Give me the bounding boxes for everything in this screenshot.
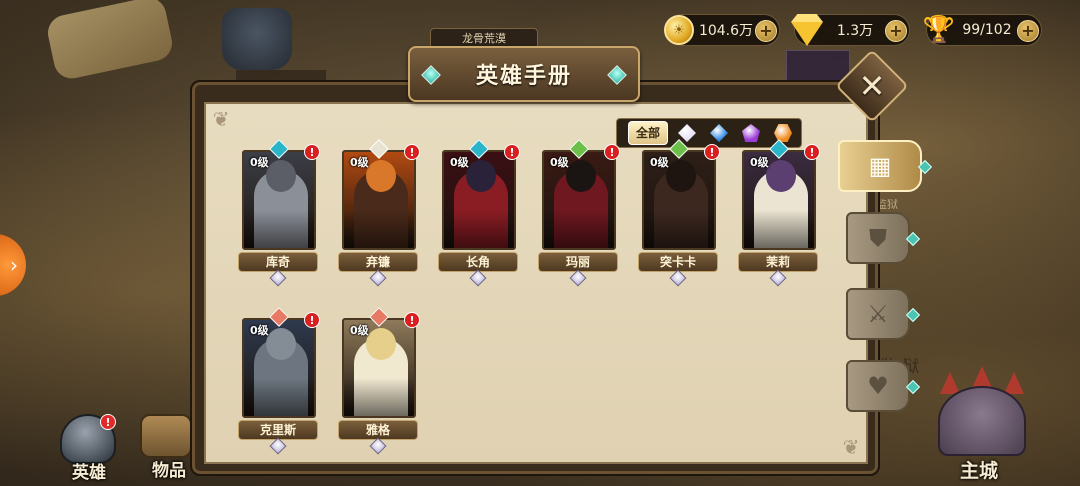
hero-portrait: 0级 (742, 150, 816, 250)
hero-level: 0级 (750, 156, 769, 169)
hero-portrait: 0级 (242, 318, 316, 418)
hero-level: 0级 (250, 324, 269, 337)
hero-level: 0级 (550, 156, 569, 169)
nav-hero-label: 英雄 (72, 463, 106, 483)
gold-counter: ☀ 104.6万 + (664, 14, 780, 46)
diamond-counter: 1.3万 + (791, 14, 910, 46)
rarity-gem-icon (469, 269, 487, 287)
hero-head (666, 160, 696, 192)
inkpot-decoration (222, 8, 292, 70)
panel-title: 英雄手册 (475, 64, 572, 89)
castle-icon (938, 386, 1026, 456)
alert-icon: ! (504, 144, 520, 160)
alert-icon: ! (304, 144, 320, 160)
nav-items-label: 物品 (152, 461, 186, 481)
hero-card[interactable]: 0级! 茉莉 (738, 139, 820, 287)
dark-tower-decoration (786, 50, 850, 82)
panel-title-plate: 英雄手册 (408, 46, 640, 102)
rarity-gem-icon (669, 269, 687, 287)
nav-castle-label: 主城 (960, 460, 999, 482)
grid-icon: ▦ (868, 152, 892, 180)
add-stamina-button[interactable]: + (1017, 20, 1039, 42)
hero-level: 0级 (350, 324, 369, 337)
close-icon[interactable]: ✕ (846, 60, 898, 112)
hero-level: 0级 (350, 156, 369, 169)
rarity-gem-icon (769, 269, 787, 287)
hero-level: 0级 (450, 156, 469, 169)
corner-ornament-icon: ❦ (212, 107, 230, 131)
sword-icon: ⚔ (867, 300, 889, 328)
alert-icon: ! (804, 144, 820, 160)
side-tab-heart[interactable]: ♥ (846, 360, 921, 412)
hero-head (366, 328, 396, 360)
nav-hero-button[interactable]: ! 英雄 (56, 414, 120, 483)
hero-portrait: 0级 (342, 318, 416, 418)
add-diamond-button[interactable]: + (885, 20, 907, 42)
hero-head (566, 160, 596, 192)
trophy-icon: 🏆 (922, 15, 956, 45)
hero-card[interactable]: 0级! 长角 (438, 139, 520, 287)
hero-card[interactable]: 0级! 雅格 (338, 307, 420, 455)
hero-head (466, 160, 496, 192)
hero-level: 0级 (650, 156, 669, 169)
hero-alert-badge: ! (100, 414, 116, 430)
alert-icon: ! (404, 312, 420, 328)
chevron-right-icon: › (10, 253, 18, 277)
castle-roof-right (1004, 372, 1024, 394)
side-tab-grid[interactable]: ▦ (838, 140, 933, 192)
corner-ornament-icon: ❦ (842, 435, 860, 459)
rarity-gem-icon (369, 269, 387, 287)
hero-portrait: 0级 (642, 150, 716, 250)
hero-portrait: 0级 (542, 150, 616, 250)
hero-card[interactable]: 0级! 弃镰 (338, 139, 420, 287)
alert-icon: ! (604, 144, 620, 160)
hero-head (266, 160, 296, 192)
hero-card[interactable]: 0级! 克里斯 (238, 307, 320, 455)
hero-portrait: 0级 (342, 150, 416, 250)
side-tab-sword[interactable]: ⚔ (846, 288, 921, 340)
stamina-counter: 🏆 99/102 + (923, 14, 1042, 46)
shield-icon: ⛊ (869, 224, 887, 252)
hero-card[interactable]: 0级! 突卡卡 (638, 139, 720, 287)
hero-card[interactable]: 0级! 玛丽 (538, 139, 620, 287)
hero-portrait: 0级 (442, 150, 516, 250)
diamond-icon (789, 12, 825, 48)
alert-icon: ! (404, 144, 420, 160)
rarity-gem-icon (269, 269, 287, 287)
heart-icon: ♥ (867, 372, 889, 400)
rarity-gem-icon (269, 437, 287, 455)
filter-all-button[interactable]: 全部 (628, 121, 668, 145)
alert-icon: ! (304, 312, 320, 328)
teal-gem-icon (607, 65, 627, 85)
hero-head (266, 328, 296, 360)
hero-card[interactable]: 0级! 库奇 (238, 139, 320, 287)
teal-gem-icon (421, 65, 441, 85)
hero-portrait: 0级 (242, 150, 316, 250)
castle-roof-center (972, 366, 992, 388)
hero-level: 0级 (250, 156, 269, 169)
gold-coin-icon: ☀ (661, 12, 697, 48)
add-gold-button[interactable]: + (755, 20, 777, 42)
nav-castle-button[interactable]: 主城 (930, 366, 1034, 482)
alert-icon: ! (704, 144, 720, 160)
side-tab-shield[interactable]: ⛊ (846, 212, 921, 264)
nav-items-button[interactable]: 物品 (136, 412, 194, 481)
rarity-gem-icon (369, 437, 387, 455)
rarity-gem-icon (569, 269, 587, 287)
hero-head (366, 160, 396, 192)
hero-head (766, 160, 796, 192)
chest-icon (140, 414, 192, 458)
